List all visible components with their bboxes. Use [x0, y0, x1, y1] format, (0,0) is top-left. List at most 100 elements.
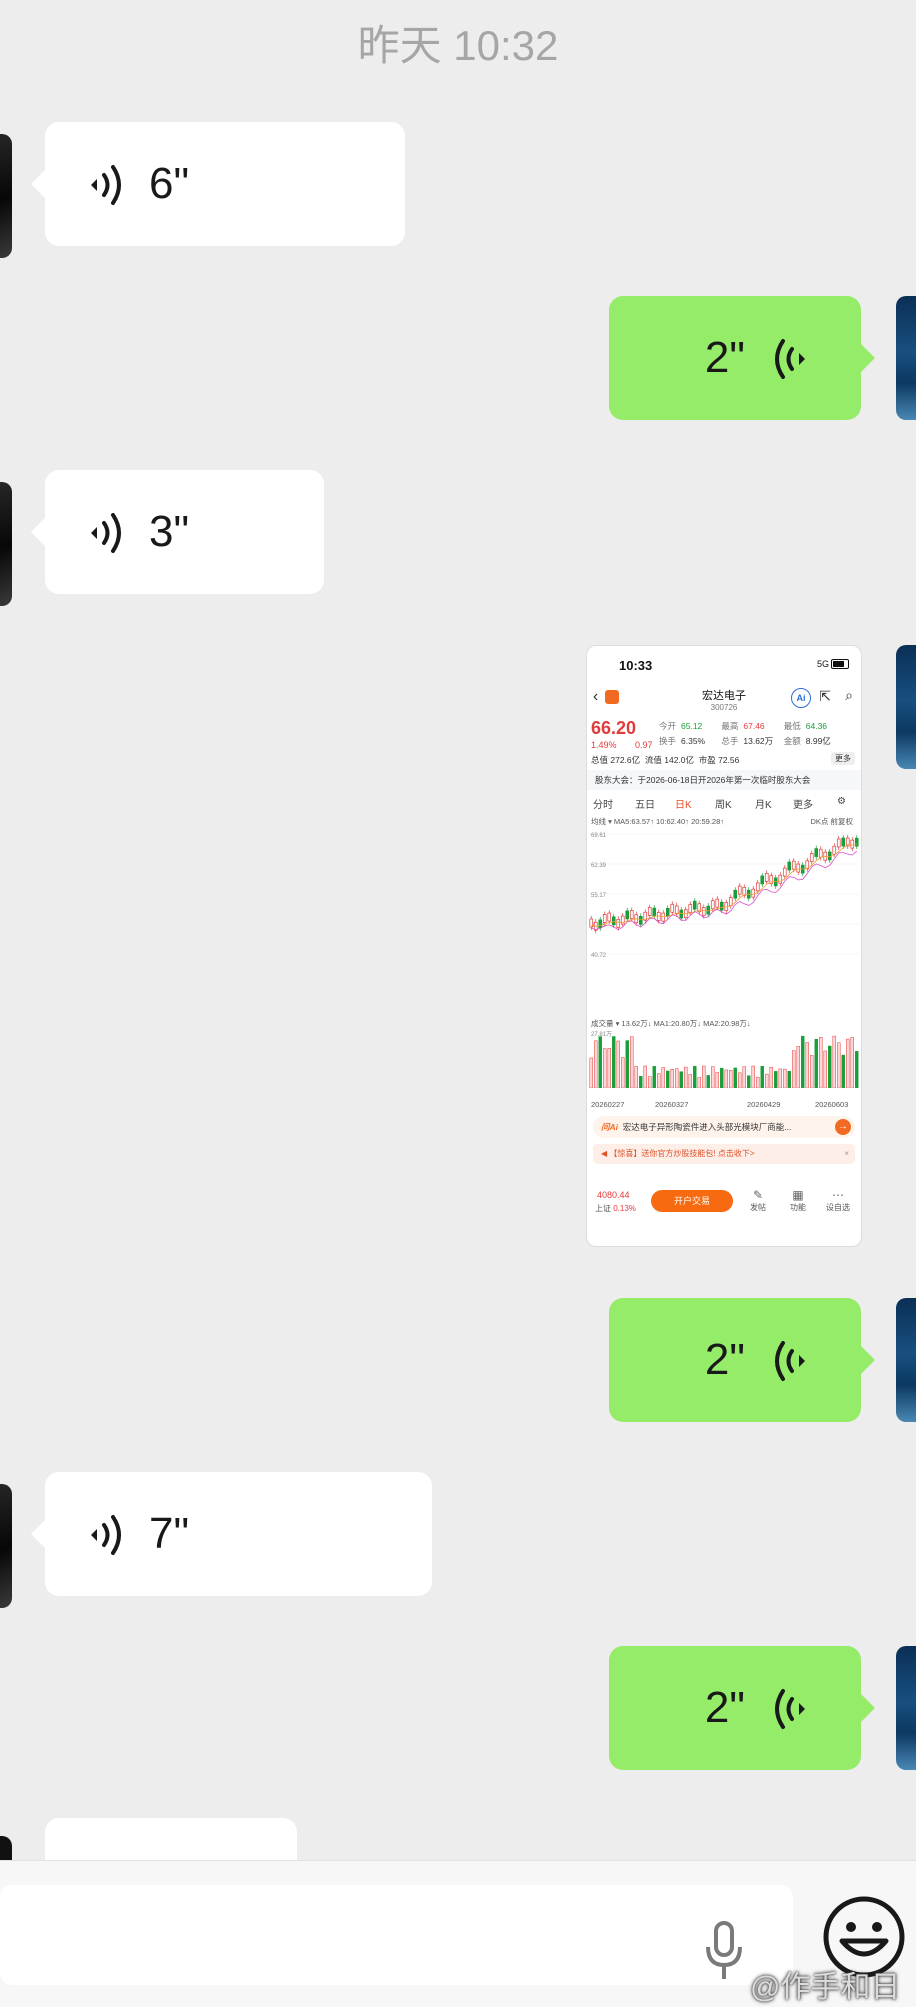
- change-percent: 1.49%: [591, 740, 617, 750]
- contact-avatar[interactable]: [0, 1484, 12, 1608]
- volume-bar: [621, 1057, 625, 1088]
- voice-wave-icon: [775, 1341, 805, 1381]
- volume-bar: [765, 1073, 769, 1088]
- volume-bar: [670, 1069, 674, 1088]
- volume-bar: [661, 1067, 665, 1088]
- ask-ai-bar: 问Ai 宏达电子异形陶瓷件进入头部光模块厂商能... →: [593, 1116, 855, 1138]
- voice-wave-icon: [775, 339, 805, 379]
- candle-body: [814, 848, 819, 857]
- voice-message[interactable]: 6": [31, 122, 405, 246]
- volume-bar: [603, 1048, 607, 1088]
- candle-body: [688, 904, 693, 913]
- image-message[interactable]: 10:33 5G ‹ 宏达电子 300726 Ai ⇱ ⌕ 66.20 1.49…: [586, 645, 862, 1247]
- candle-body: [710, 900, 715, 910]
- market-cap-row: 总值 272.6亿 流值 142.0亿 市盈 72.56: [591, 755, 740, 765]
- voice-duration: 2": [704, 1335, 745, 1384]
- volume-bar: [760, 1065, 764, 1088]
- voice-wave-icon: [91, 513, 121, 553]
- volume-bar: [792, 1050, 796, 1088]
- my-avatar[interactable]: [896, 1646, 916, 1770]
- stock-header: ‹ 宏达电子 300726 Ai ⇱ ⌕: [587, 682, 861, 716]
- weibo-watermark: @作手和日: [750, 1971, 901, 2004]
- volume-bar: [679, 1071, 683, 1088]
- candle-body: [652, 907, 657, 917]
- candle-body: [791, 860, 796, 870]
- stock-stats: 今开 65.12 最高 67.46 最低 64.36 换手 6.35% 总手 13.62万…: [659, 721, 831, 746]
- volume-bar: [810, 1055, 814, 1088]
- candle-body: [616, 919, 621, 928]
- candle-body: [737, 885, 742, 895]
- voice-message[interactable]: 2": [609, 1298, 875, 1422]
- volume-bar: [715, 1072, 719, 1088]
- volume-bar: [706, 1075, 710, 1088]
- candle-body: [733, 889, 738, 899]
- candle-body: [782, 867, 787, 877]
- volume-bar: [639, 1075, 643, 1088]
- grid-icon: ▦: [792, 1188, 804, 1202]
- volume-bar: [720, 1067, 724, 1088]
- candle-body: [638, 915, 643, 925]
- candle-body: [665, 908, 670, 917]
- candle-body: [832, 845, 837, 855]
- settings-gear-icon: ⚙: [837, 796, 846, 807]
- voice-message[interactable]: 3": [31, 470, 324, 594]
- voice-duration: 3": [149, 507, 190, 556]
- more-dots-icon: ⋯: [832, 1188, 844, 1202]
- volume-bar: [828, 1045, 832, 1088]
- candle-body: [719, 901, 724, 911]
- search-icon: ⌕: [845, 687, 853, 703]
- voice-wave-icon: [91, 165, 121, 205]
- candle-body: [611, 916, 616, 926]
- price-tick: 55.17: [591, 893, 607, 899]
- volume-bar: [666, 1070, 670, 1088]
- my-avatar[interactable]: [896, 1298, 916, 1422]
- volume-bar: [742, 1066, 746, 1088]
- candle-body: [796, 863, 801, 873]
- candle-body: [589, 918, 594, 928]
- candle-body: [836, 838, 841, 848]
- volume-bar: [643, 1065, 647, 1088]
- volume-bar: [711, 1066, 715, 1088]
- candle-body: [751, 888, 756, 898]
- candle-body: [728, 897, 733, 906]
- volume-bar: [814, 1039, 818, 1088]
- candle-body: [715, 898, 720, 908]
- phone-status-bar: 10:33 5G: [587, 646, 861, 682]
- volume-bar: [630, 1036, 634, 1088]
- price-tick: 69.61: [591, 833, 607, 839]
- volume-bar: [751, 1065, 755, 1088]
- volume-bar: [823, 1050, 827, 1088]
- volume-bar: [805, 1042, 809, 1088]
- volume-bar: [594, 1040, 598, 1088]
- candle-body: [850, 839, 855, 849]
- stock-price: 66.20: [591, 718, 637, 738]
- candle-body: [742, 886, 747, 896]
- candle-body: [778, 874, 783, 884]
- status-time: 10:33: [619, 658, 653, 673]
- my-avatar[interactable]: [896, 645, 916, 769]
- message-input[interactable]: [0, 1885, 793, 1985]
- candle-body: [602, 914, 607, 923]
- volume-bar: [787, 1070, 791, 1088]
- candle-body: [809, 853, 814, 862]
- contact-avatar[interactable]: [0, 482, 12, 606]
- voice-message[interactable]: 2": [609, 1646, 875, 1770]
- candle-body: [692, 900, 697, 910]
- candle-body: [670, 903, 675, 913]
- volume-bar: [598, 1036, 602, 1088]
- contact-avatar[interactable]: [0, 134, 12, 258]
- network-label: 5G: [816, 659, 829, 669]
- microphone-icon[interactable]: [704, 1921, 744, 1981]
- volume-bar: [756, 1076, 760, 1088]
- candle-body: [598, 919, 603, 929]
- voice-wave-icon: [775, 1689, 805, 1729]
- volume-bar: [778, 1068, 782, 1088]
- volume-bar: [724, 1069, 728, 1088]
- share-icon: ⇱: [819, 688, 831, 704]
- volume-bar: [837, 1042, 841, 1088]
- volume-legend: 成交量 ▾ 13.62万↓ MA1:20.80万↓ MA2:20.98万↓: [591, 1019, 751, 1028]
- volume-bar: [702, 1065, 706, 1088]
- voice-message[interactable]: 7": [31, 1472, 432, 1596]
- voice-message[interactable]: 2": [609, 296, 875, 420]
- my-avatar[interactable]: [896, 296, 916, 420]
